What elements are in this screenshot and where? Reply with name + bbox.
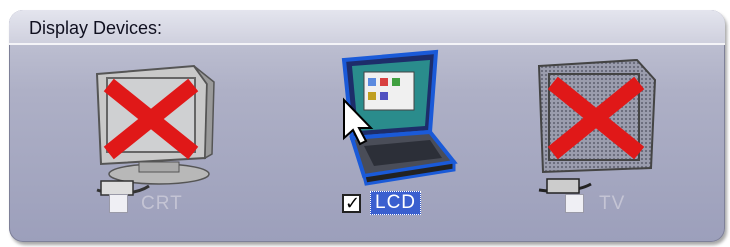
device-crt[interactable]: CRT [79, 46, 279, 236]
device-tv[interactable]: TV [529, 46, 725, 236]
laptop-lcd-icon [341, 49, 458, 186]
device-lcd[interactable]: ✓ LCD [304, 46, 504, 236]
display-devices-panel: Display Devices: CRT ✓ LCD TV [9, 10, 725, 242]
tv-label: TV [599, 193, 626, 214]
panel-header: Display Devices: [9, 10, 725, 45]
crt-label: CRT [141, 193, 183, 214]
group-title: Display Devices: [29, 18, 163, 38]
crt-monitor-disabled-icon [95, 64, 215, 196]
tv-checkbox[interactable] [565, 194, 584, 213]
checkmark-icon: ✓ [345, 193, 361, 214]
crt-checkbox[interactable] [109, 194, 128, 213]
lcd-checkbox[interactable]: ✓ [342, 193, 361, 214]
tv-disabled-icon [537, 58, 657, 194]
lcd-label: LCD [370, 191, 422, 215]
